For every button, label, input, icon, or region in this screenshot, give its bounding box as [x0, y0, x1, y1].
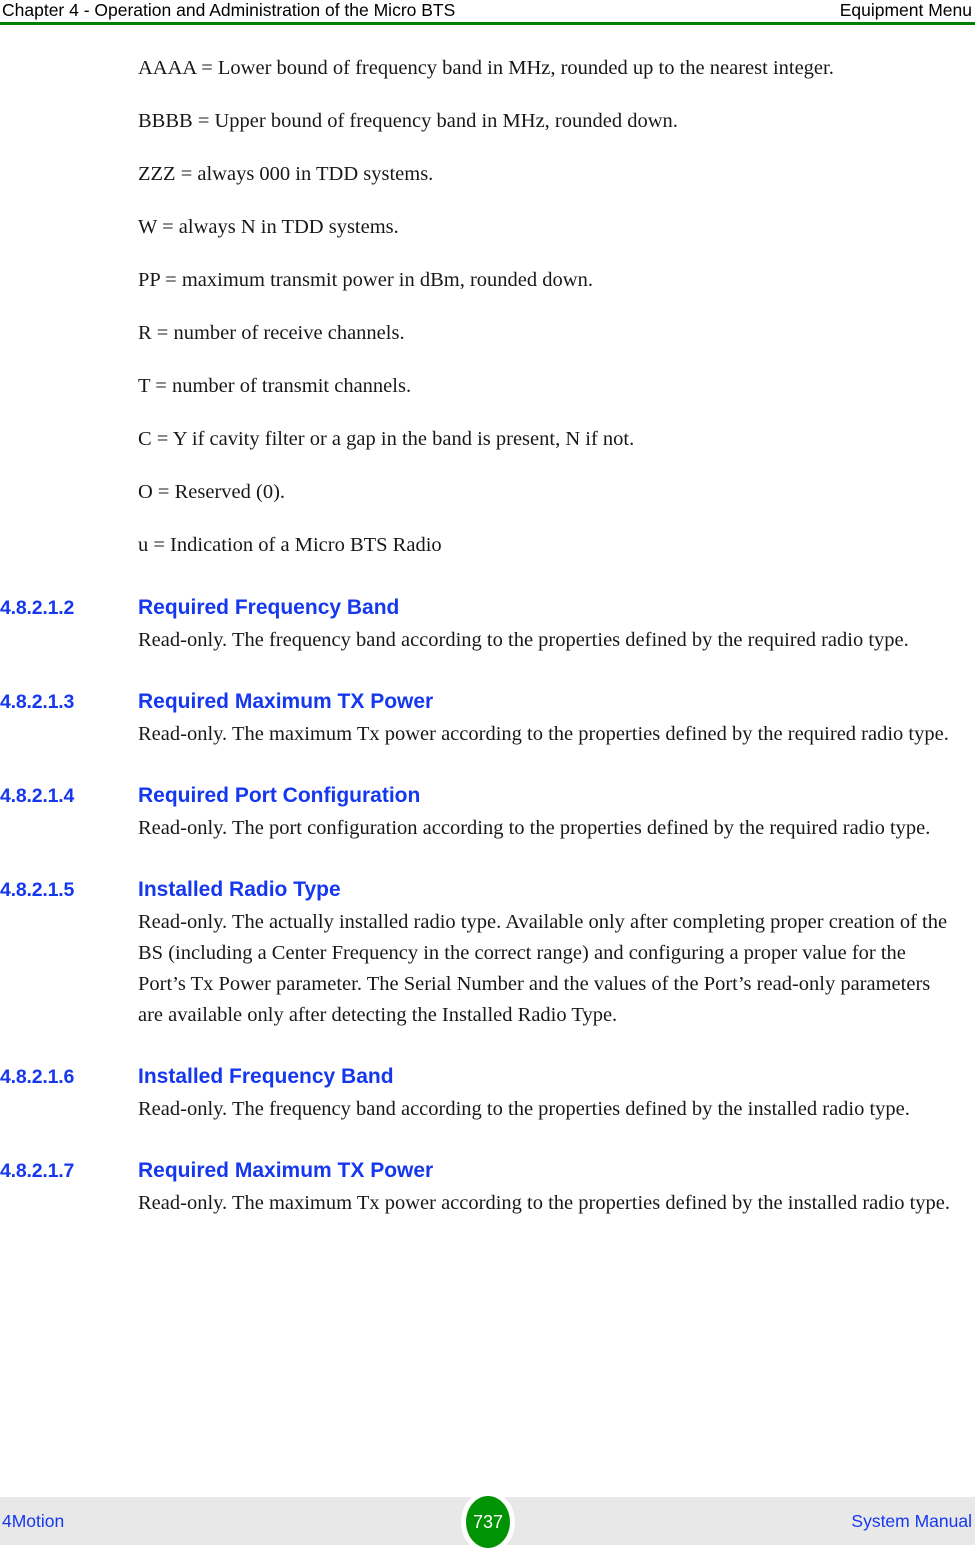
section-heading: 4.8.2.1.7 Required Maximum TX Power [0, 1158, 975, 1184]
section-heading: 4.8.2.1.4 Required Port Configuration [0, 783, 975, 809]
section-heading: 4.8.2.1.2 Required Frequency Band [0, 595, 975, 621]
header-section-title: Equipment Menu [839, 0, 972, 20]
legend-paragraph: O = Reserved (0). [138, 481, 286, 503]
footer-document-name[interactable]: System Manual [851, 1510, 972, 1532]
section-body: Read-only. The maximum Tx power accordin… [138, 723, 949, 745]
page-footer: 4Motion 737 System Manual [0, 1491, 975, 1553]
manual-section: 4.8.2.1.5 Installed Radio Type Read-only… [0, 877, 975, 1031]
page-number-badge: 737 [466, 1496, 510, 1548]
section-title: Required Maximum TX Power [138, 690, 434, 713]
legend-paragraph: C = Y if cavity filter or a gap in the b… [138, 428, 635, 450]
legend-paragraph: BBBB = Upper bound of frequency band in … [138, 110, 678, 132]
section-heading: 4.8.2.1.6 Installed Frequency Band [0, 1064, 975, 1090]
section-number: 4.8.2.1.5 [0, 879, 75, 901]
section-number: 4.8.2.1.2 [0, 597, 75, 619]
legend-paragraph: R = number of receive channels. [138, 322, 405, 344]
legend-paragraph: T = number of transmit channels. [138, 375, 412, 397]
section-number: 4.8.2.1.6 [0, 1066, 75, 1088]
section-title: Installed Frequency Band [138, 1065, 394, 1088]
section-title: Required Port Configuration [138, 784, 421, 807]
section-number: 4.8.2.1.7 [0, 1160, 75, 1182]
section-body: Read-only. The maximum Tx power accordin… [138, 1192, 950, 1214]
legend-paragraph: u = Indication of a Micro BTS Radio [138, 534, 442, 556]
section-body: Read-only. The frequency band according … [138, 1098, 910, 1120]
manual-section: 4.8.2.1.6 Installed Frequency Band Read-… [0, 1064, 975, 1125]
legend-paragraph: AAAA = Lower bound of frequency band in … [138, 57, 834, 79]
header-divider-rule [0, 22, 975, 25]
manual-section: 4.8.2.1.3 Required Maximum TX Power Read… [0, 689, 975, 750]
section-heading: 4.8.2.1.5 Installed Radio Type [0, 877, 975, 903]
manual-section: 4.8.2.1.2 Required Frequency Band Read-o… [0, 595, 975, 656]
section-body: Read-only. The frequency band according … [138, 629, 909, 651]
section-title: Required Maximum TX Power [138, 1159, 434, 1182]
header-chapter-title: Chapter 4 - Operation and Administration… [2, 0, 456, 20]
section-body: Read-only. The port configuration accord… [138, 817, 931, 839]
section-title: Installed Radio Type [138, 878, 341, 901]
section-number: 4.8.2.1.4 [0, 785, 75, 807]
footer-product-name[interactable]: 4Motion [2, 1510, 64, 1532]
manual-section: 4.8.2.1.4 Required Port Configuration Re… [0, 783, 975, 844]
legend-paragraph: ZZZ = always 000 in TDD systems. [138, 163, 434, 185]
page-header: Chapter 4 - Operation and Administration… [0, 0, 975, 24]
manual-section: 4.8.2.1.7 Required Maximum TX Power Read… [0, 1158, 975, 1219]
section-title: Required Frequency Band [138, 596, 400, 619]
page-content: AAAA = Lower bound of frequency band in … [0, 52, 975, 1240]
section-body: Read-only. The actually installed radio … [138, 911, 948, 1026]
section-number: 4.8.2.1.3 [0, 691, 75, 713]
legend-paragraph: PP = maximum transmit power in dBm, roun… [138, 269, 593, 291]
legend-paragraph: W = always N in TDD systems. [138, 216, 399, 238]
section-heading: 4.8.2.1.3 Required Maximum TX Power [0, 689, 975, 715]
